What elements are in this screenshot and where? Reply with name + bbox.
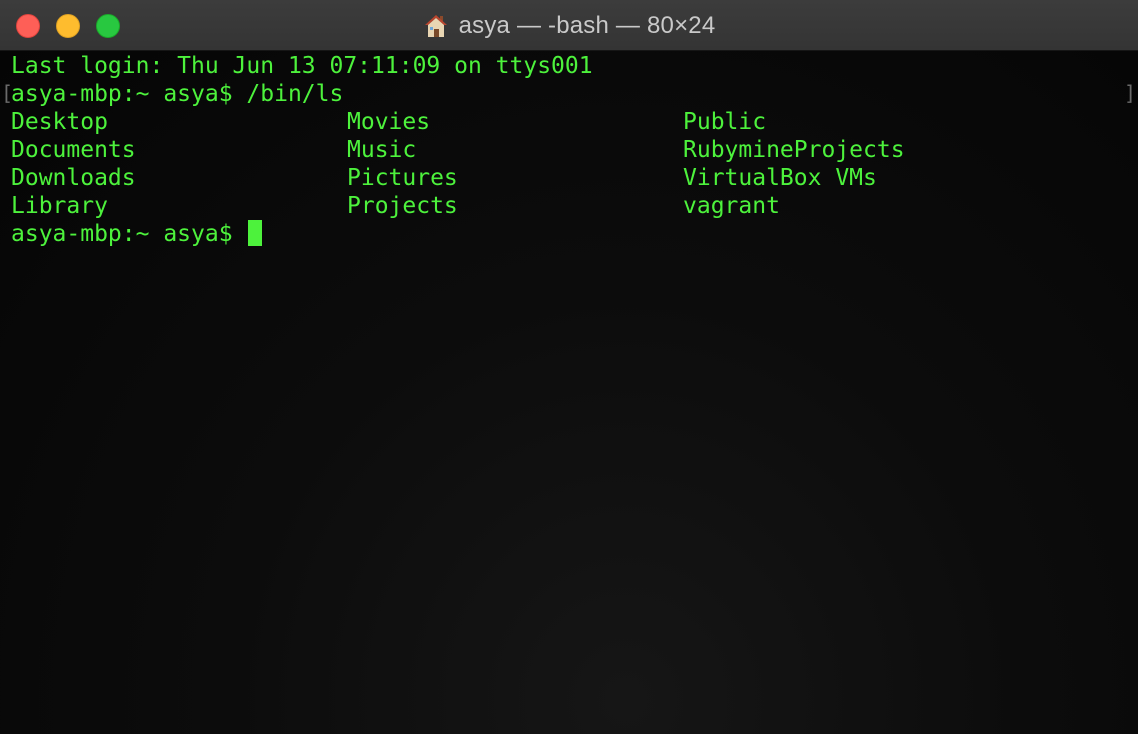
ls-entry: Documents [11, 137, 136, 163]
ls-entry: RubymineProjects [683, 137, 905, 163]
prompt: asya-mbp:~ asya$ [11, 81, 233, 107]
window-title-text: asya — -bash — 80×24 [458, 11, 716, 39]
terminal-content[interactable]: Last login: Thu Jun 13 07:11:09 on ttys0… [0, 51, 1138, 734]
terminal-window: asya — -bash — 80×24 Last login: Thu Jun… [0, 0, 1138, 734]
home-icon [423, 13, 449, 39]
current-prompt: asya-mbp:~ asya$ [11, 221, 233, 247]
ls-entry: Projects [347, 193, 458, 219]
last-login-line: Last login: Thu Jun 13 07:11:09 on ttys0… [11, 53, 593, 79]
mark-bracket-right: ] [1123, 81, 1136, 105]
ls-entry: Music [347, 137, 417, 163]
ls-entry: Library [11, 193, 108, 219]
ls-entry: Pictures [347, 165, 458, 191]
command-line: asya-mbp:~ asya$ /bin/ls [11, 80, 343, 108]
ls-entry: Downloads [11, 165, 136, 191]
ls-entry: VirtualBox VMs [683, 165, 877, 191]
ls-entry: Public [683, 109, 767, 135]
window-title: asya — -bash — 80×24 [0, 0, 1138, 51]
command: /bin/ls [246, 81, 344, 107]
ls-entry: Movies [347, 109, 431, 135]
text-cursor [248, 220, 262, 246]
ls-entry: Desktop [11, 109, 108, 135]
ls-entry: vagrant [683, 193, 780, 219]
title-bar[interactable]: asya — -bash — 80×24 [0, 0, 1138, 51]
